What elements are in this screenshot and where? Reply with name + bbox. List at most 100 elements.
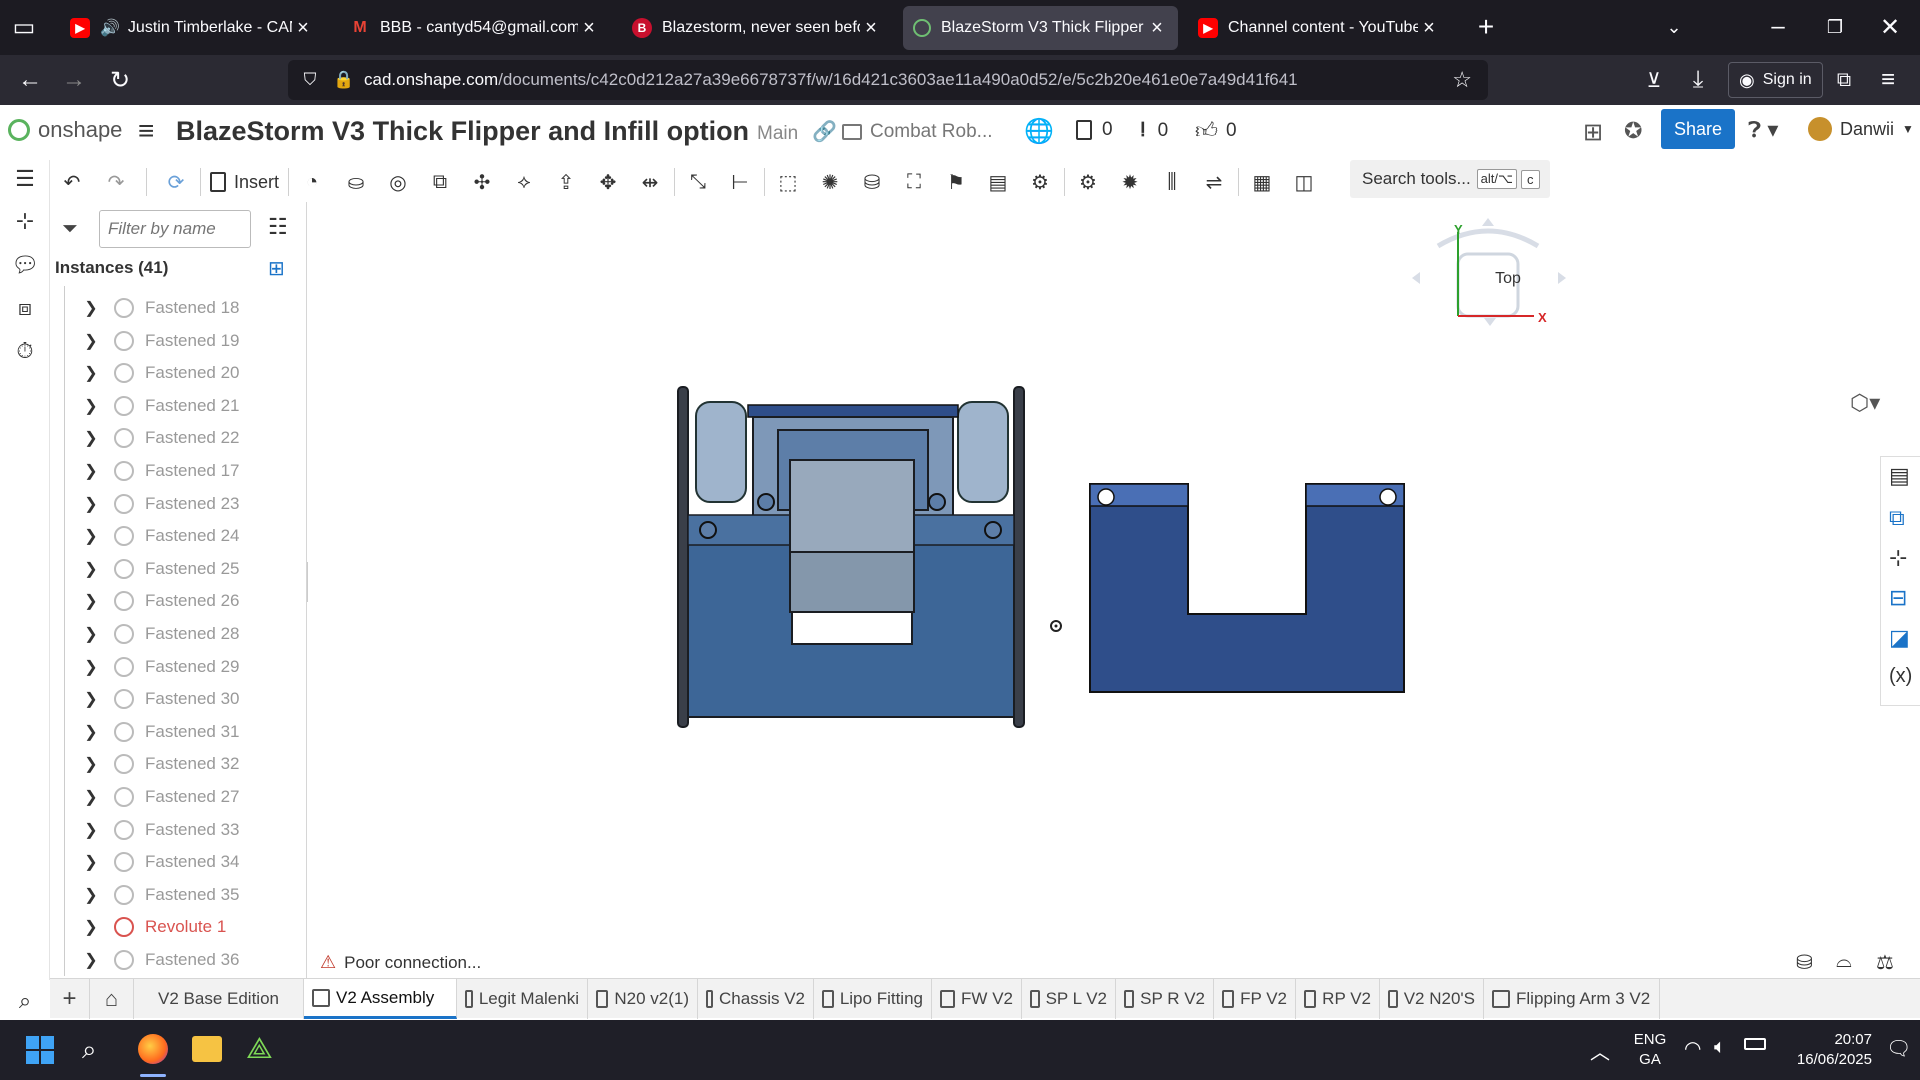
- back-icon[interactable]: ←: [12, 63, 48, 97]
- chevron-right-icon[interactable]: ❯: [80, 950, 102, 970]
- list-item[interactable]: ❯ Revolute 1: [80, 911, 226, 943]
- forward-icon[interactable]: →: [56, 63, 92, 97]
- ball-mate-icon[interactable]: ✥: [592, 166, 624, 198]
- mate-connector-icon[interactable]: ⊹: [10, 206, 40, 236]
- chevron-right-icon[interactable]: ❯: [80, 526, 102, 546]
- list-item[interactable]: ❯ Fastened 23: [80, 488, 240, 520]
- list-item[interactable]: ❯ Fastened 33: [80, 814, 240, 846]
- graphics-canvas[interactable]: Top Y X ⬡▾ ▤ ⧉ ⊹ ⊟ ◪ (x) ⚠ Poor connecti…: [308, 202, 1920, 978]
- mass-properties-icon[interactable]: ⚙: [1024, 166, 1056, 198]
- view-options-icon[interactable]: ⬡▾: [1850, 390, 1880, 416]
- search-icon[interactable]: ⌕: [82, 1034, 97, 1066]
- tab-overview-icon[interactable]: ▭: [6, 10, 42, 44]
- share-button[interactable]: Share: [1661, 109, 1735, 149]
- list-item[interactable]: ❯ Fastened 34: [80, 846, 240, 878]
- version-label[interactable]: V2 Base Edition: [134, 979, 304, 1019]
- audio-icon[interactable]: 🔊: [100, 18, 120, 38]
- new-tab-icon[interactable]: +: [1468, 10, 1504, 44]
- pin-slot-mate-icon[interactable]: ⇪: [550, 166, 582, 198]
- model-view[interactable]: [308, 202, 1920, 978]
- globe-icon[interactable]: 🌐: [1024, 117, 1054, 146]
- mate-icon[interactable]: ◔: [296, 166, 328, 198]
- add-instance-icon[interactable]: ⊞: [268, 256, 285, 281]
- browser-tab-3[interactable]: B Blazestorm, never seen before f ×: [622, 6, 892, 50]
- menu-icon[interactable]: ≡: [1870, 63, 1906, 97]
- element-tab[interactable]: RP V2: [1296, 979, 1380, 1019]
- appearance-icon[interactable]: ◪: [1889, 625, 1910, 651]
- list-item[interactable]: ❯ Fastened 19: [80, 325, 240, 357]
- list-item[interactable]: ❯ Fastened 21: [80, 390, 240, 422]
- pocket-icon[interactable]: ⊻: [1636, 63, 1672, 97]
- info-counter[interactable]: ⵑ 0: [1140, 119, 1168, 142]
- element-tab[interactable]: SP L V2: [1022, 979, 1116, 1019]
- chevron-right-icon[interactable]: ❯: [80, 428, 102, 448]
- download-icon[interactable]: ⤓: [1680, 63, 1716, 97]
- chevron-right-icon[interactable]: ❯: [80, 494, 102, 514]
- likes-counter[interactable]: 👍︎ 0: [1195, 117, 1237, 144]
- search-tools-box[interactable]: Search tools... alt/⌥ c: [1350, 160, 1550, 198]
- chevron-right-icon[interactable]: ❯: [80, 591, 102, 611]
- render-mode-icon[interactable]: ⌓: [1836, 950, 1852, 973]
- branch-label[interactable]: Main: [757, 123, 798, 145]
- chevron-right-icon[interactable]: ❯: [80, 363, 102, 383]
- pattern-icon[interactable]: ✺: [814, 166, 846, 198]
- language-indicator[interactable]: ENG GA: [1630, 1030, 1670, 1070]
- measure-icon[interactable]: ▤: [982, 166, 1014, 198]
- undo-icon[interactable]: ↶: [56, 166, 88, 198]
- mate-values-icon[interactable]: ⊹: [1889, 545, 1907, 571]
- filter-icon[interactable]: ⏷: [62, 218, 78, 241]
- timer-icon[interactable]: ⏱︎: [10, 336, 40, 366]
- list-item[interactable]: ❯ Fastened 18: [80, 292, 240, 324]
- list-item[interactable]: ❯ Fastened 17: [80, 455, 240, 487]
- revolute-mate-icon[interactable]: ◎: [382, 166, 414, 198]
- list-item[interactable]: ❯ Fastened 30: [80, 683, 240, 715]
- document-title[interactable]: BlazeStorm V3 Thick Flipper and Infill o…: [176, 116, 749, 147]
- redo-icon[interactable]: ↷: [100, 166, 132, 198]
- element-tab[interactable]: Chassis V2: [698, 979, 814, 1019]
- filter-input[interactable]: [99, 210, 251, 248]
- u-shaped-part[interactable]: [1089, 483, 1405, 693]
- close-icon[interactable]: ×: [578, 17, 600, 40]
- view-cube[interactable]: Top Y X: [1412, 196, 1568, 356]
- element-tab[interactable]: FW V2: [932, 979, 1022, 1019]
- close-icon[interactable]: ×: [1418, 17, 1440, 40]
- element-tab[interactable]: V2 N20'S: [1380, 979, 1484, 1019]
- chevron-right-icon[interactable]: ❯: [80, 917, 102, 937]
- wifi-icon[interactable]: ◠: [1684, 1036, 1701, 1061]
- parts-icon[interactable]: ⧈: [10, 293, 40, 323]
- variables-icon[interactable]: (x): [1889, 665, 1912, 688]
- section-icon[interactable]: ⛁: [856, 166, 888, 198]
- replicate-icon[interactable]: ⬚: [772, 166, 804, 198]
- chevron-right-icon[interactable]: ❯: [80, 787, 102, 807]
- list-item[interactable]: ❯ Fastened 28: [80, 618, 240, 650]
- configurations-icon[interactable]: ⧉: [1889, 505, 1905, 531]
- file-explorer-icon[interactable]: [192, 1036, 222, 1062]
- close-icon[interactable]: ×: [1146, 17, 1168, 40]
- regenerate-icon[interactable]: ⟳: [160, 166, 192, 198]
- chevron-right-icon[interactable]: ❯: [80, 396, 102, 416]
- list-item[interactable]: ❯ Fastened 31: [80, 716, 240, 748]
- browser-tab-2[interactable]: M BBB - cantyd54@gmail.com - G ×: [340, 6, 610, 50]
- link-icon[interactable]: 🔗: [812, 119, 837, 144]
- named-position-icon[interactable]: ⚑: [940, 166, 972, 198]
- list-item[interactable]: ❯ Fastened 29: [80, 651, 240, 683]
- extensions-icon[interactable]: ⧉: [1826, 63, 1862, 97]
- insert-button[interactable]: Insert: [210, 166, 279, 198]
- connection-status[interactable]: ⚠ Poor connection...: [320, 952, 481, 973]
- windows-start-icon[interactable]: [26, 1036, 54, 1064]
- tangent-mate-icon[interactable]: ⇹: [634, 166, 666, 198]
- element-tab[interactable]: FP V2: [1214, 979, 1296, 1019]
- shield-icon[interactable]: ⛉: [298, 70, 322, 90]
- gear-relation-icon[interactable]: ⚙: [1072, 166, 1104, 198]
- close-icon[interactable]: ×: [292, 17, 314, 40]
- chevron-right-icon[interactable]: ❯: [80, 852, 102, 872]
- tray-chevron-icon[interactable]: ︿: [1590, 1036, 1610, 1065]
- display-states-icon[interactable]: ◫: [1288, 166, 1320, 198]
- notifications-icon[interactable]: 🗨︎: [1886, 1036, 1911, 1061]
- chevron-right-icon[interactable]: ❯: [80, 624, 102, 644]
- bookmark-star-icon[interactable]: ☆: [1452, 67, 1472, 93]
- slider-mate-icon[interactable]: ⧉: [424, 166, 456, 198]
- home-icon[interactable]: ⌂: [90, 979, 134, 1019]
- feature-list-icon[interactable]: ☰: [10, 164, 40, 194]
- element-tab[interactable]: Flipping Arm 3 V2: [1484, 979, 1660, 1019]
